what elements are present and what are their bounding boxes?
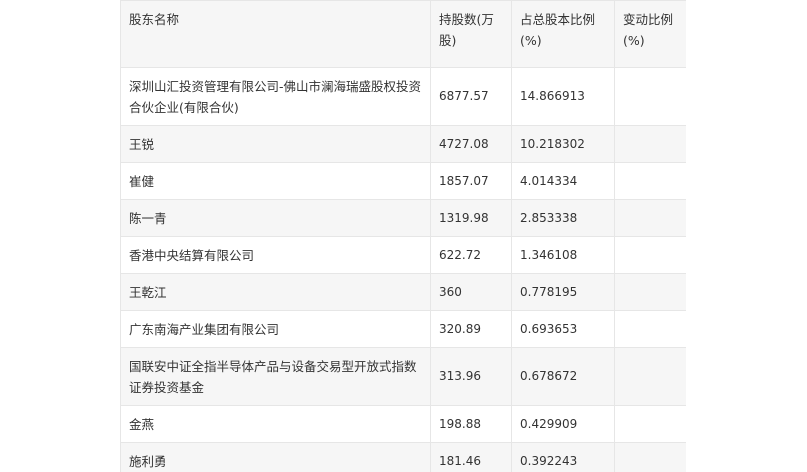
table-row: 深圳山汇投资管理有限公司-佛山市澜海瑞盛股权投资合伙企业(有限合伙) 6877.… <box>120 67 686 126</box>
shares-value: 6877.57 <box>430 67 512 126</box>
ratio-value: 0.778195 <box>511 273 615 311</box>
ratio-value: 0.678672 <box>511 347 615 406</box>
ratio-value: 1.346108 <box>511 236 615 274</box>
table-row: 香港中央结算有限公司 622.72 1.346108 <box>120 236 686 274</box>
shares-value: 198.88 <box>430 405 512 443</box>
change-value <box>614 347 686 406</box>
table-header: 股东名称 持股数(万股) 占总股本比例(%) 变动比例(%) <box>120 0 686 68</box>
ratio-value: 2.853338 <box>511 199 615 237</box>
table-body: 深圳山汇投资管理有限公司-佛山市澜海瑞盛股权投资合伙企业(有限合伙) 6877.… <box>120 67 686 472</box>
shares-value: 4727.08 <box>430 125 512 163</box>
change-value <box>614 125 686 163</box>
table-row: 广东南海产业集团有限公司 320.89 0.693653 <box>120 310 686 348</box>
table-row: 崔健 1857.07 4.014334 <box>120 162 686 200</box>
ratio-value: 0.693653 <box>511 310 615 348</box>
header-shares: 持股数(万股) <box>430 0 512 68</box>
shares-value: 313.96 <box>430 347 512 406</box>
shareholder-name: 金燕 <box>120 405 431 443</box>
change-value <box>614 442 686 472</box>
shareholder-table-container: 股东名称 持股数(万股) 占总股本比例(%) 变动比例(%) 深圳山汇投资管理有… <box>120 0 686 472</box>
change-value <box>614 273 686 311</box>
shares-value: 360 <box>430 273 512 311</box>
shares-value: 1857.07 <box>430 162 512 200</box>
ratio-value: 10.218302 <box>511 125 615 163</box>
shareholder-name: 王锐 <box>120 125 431 163</box>
shareholder-name: 深圳山汇投资管理有限公司-佛山市澜海瑞盛股权投资合伙企业(有限合伙) <box>120 67 431 126</box>
shareholder-name: 广东南海产业集团有限公司 <box>120 310 431 348</box>
table-row: 王乾江 360 0.778195 <box>120 273 686 311</box>
ratio-value: 0.392243 <box>511 442 615 472</box>
change-value <box>614 405 686 443</box>
header-shareholder-name: 股东名称 <box>120 0 431 68</box>
ratio-value: 4.014334 <box>511 162 615 200</box>
table-row: 国联安中证全指半导体产品与设备交易型开放式指数证券投资基金 313.96 0.6… <box>120 347 686 406</box>
change-value <box>614 236 686 274</box>
shareholder-name: 崔健 <box>120 162 431 200</box>
change-value <box>614 162 686 200</box>
table-row: 陈一青 1319.98 2.853338 <box>120 199 686 237</box>
shares-value: 320.89 <box>430 310 512 348</box>
table-row: 金燕 198.88 0.429909 <box>120 405 686 443</box>
shares-value: 622.72 <box>430 236 512 274</box>
shareholder-name: 施利勇 <box>120 442 431 472</box>
shares-value: 1319.98 <box>430 199 512 237</box>
shareholder-name: 香港中央结算有限公司 <box>120 236 431 274</box>
shareholder-name: 国联安中证全指半导体产品与设备交易型开放式指数证券投资基金 <box>120 347 431 406</box>
table-row: 施利勇 181.46 0.392243 <box>120 442 686 472</box>
header-row: 股东名称 持股数(万股) 占总股本比例(%) 变动比例(%) <box>120 0 686 68</box>
change-value <box>614 67 686 126</box>
change-value <box>614 310 686 348</box>
header-change: 变动比例(%) <box>614 0 686 68</box>
shareholder-name: 王乾江 <box>120 273 431 311</box>
ratio-value: 14.866913 <box>511 67 615 126</box>
change-value <box>614 199 686 237</box>
shareholder-table: 股东名称 持股数(万股) 占总股本比例(%) 变动比例(%) 深圳山汇投资管理有… <box>120 0 686 472</box>
shareholder-name: 陈一青 <box>120 199 431 237</box>
table-row: 王锐 4727.08 10.218302 <box>120 125 686 163</box>
ratio-value: 0.429909 <box>511 405 615 443</box>
header-ratio: 占总股本比例(%) <box>511 0 615 68</box>
shares-value: 181.46 <box>430 442 512 472</box>
